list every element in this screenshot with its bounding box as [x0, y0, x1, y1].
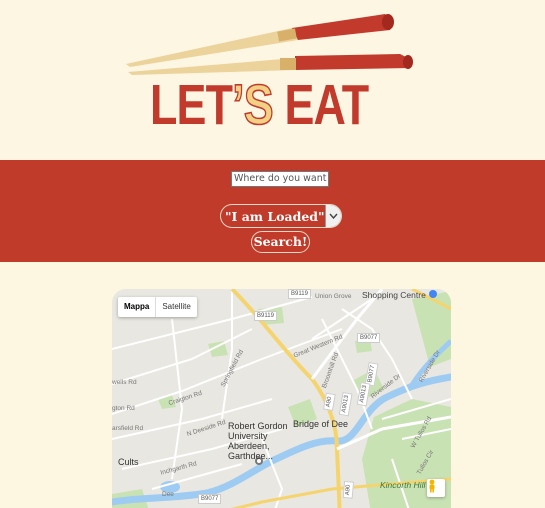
logo-text-apostrophe-s: ’S: [232, 73, 275, 137]
map-road-a90-b: A90: [342, 481, 355, 499]
map-label-robert-gordon-university: Robert Gordon University Aberdeen, Garthdee…: [228, 421, 288, 461]
budget-select[interactable]: "I am Loaded": [220, 204, 342, 228]
logo-text-eat: EAT: [272, 73, 369, 137]
map-label-kincorth-hill: Kincorth Hill: [380, 480, 426, 490]
map-road-b9077-c: B9077: [198, 494, 222, 504]
map-label-bridge-of-dee: Bridge of Dee: [293, 419, 349, 429]
map-road-b9077: B9077: [357, 333, 381, 343]
location-search-input[interactable]: Where do you want to: [231, 171, 329, 187]
map-label-cults: Cults: [118, 457, 139, 467]
map-road-b9119: B9119: [288, 289, 311, 299]
map-label-arsfield-rd: arsfield Rd: [112, 425, 144, 432]
map-view[interactable]: Mappa Satellite Shopping Centre Union Gr…: [112, 289, 451, 508]
map-label-dee: Dee: [162, 491, 174, 498]
map-road-b9119-b: B9119: [254, 311, 277, 321]
rgu-line-2: University: [228, 431, 268, 441]
map-label-union-grove: Union Grove: [315, 293, 352, 300]
budget-select-value: "I am Loaded": [225, 208, 325, 224]
page: LET’S EAT Where do you want to "I am Loa…: [0, 0, 545, 508]
logo-text-let: LET: [150, 73, 233, 137]
rgu-line-1: Robert Gordon: [228, 421, 288, 431]
map-type-control[interactable]: Mappa Satellite: [118, 297, 197, 317]
map-label-shopping-centre: Shopping Centre: [362, 290, 426, 300]
rgu-line-4: Garthdee...: [228, 451, 274, 461]
street-view-pegman-icon[interactable]: [427, 479, 445, 497]
chevron-down-icon[interactable]: [324, 205, 341, 227]
map-type-satellite-button[interactable]: Satellite: [156, 297, 196, 317]
map-label-wells-rd: wells Rd: [112, 379, 137, 386]
logo-title: LET’S EAT: [150, 73, 369, 137]
map-type-map-button[interactable]: Mappa: [118, 297, 157, 317]
rgu-line-3: Aberdeen,: [228, 441, 270, 451]
map-label-gton-rd: gton Rd: [112, 405, 135, 412]
header: LET’S EAT: [0, 0, 545, 160]
search-button[interactable]: Search!: [251, 231, 310, 253]
